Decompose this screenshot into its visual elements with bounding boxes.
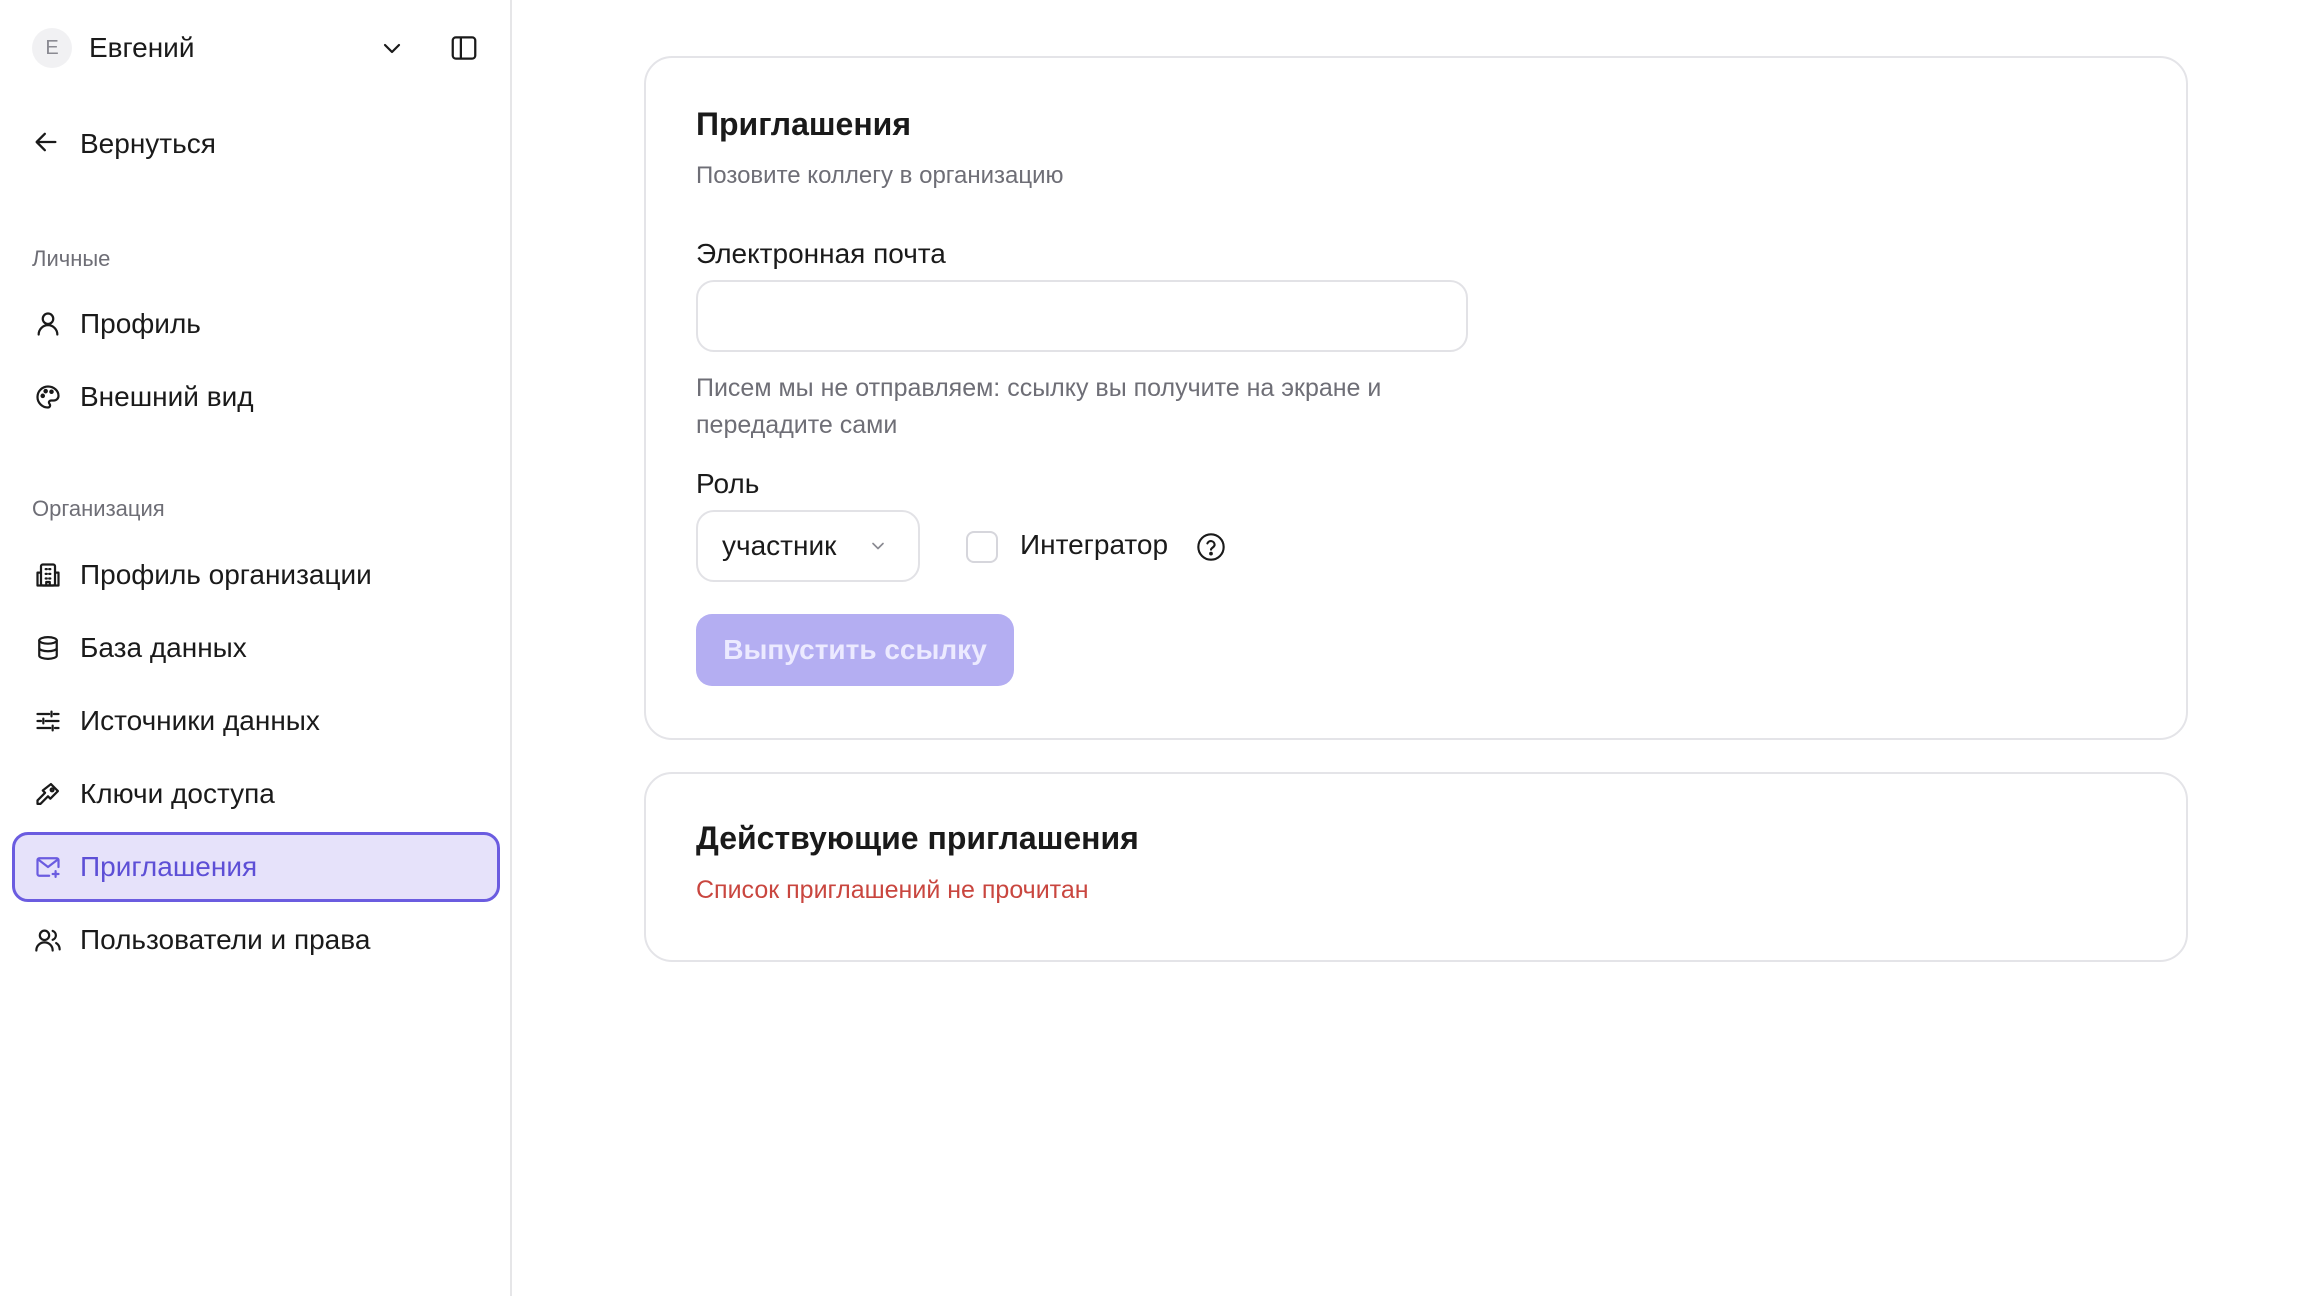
back-link[interactable]: Вернуться: [32, 124, 216, 164]
card-subtitle: Позовите коллегу в организацию: [696, 162, 1064, 189]
sidebar-item-label: Ключи доступа: [80, 778, 275, 809]
database-icon: [32, 632, 64, 664]
role-select[interactable]: участник: [696, 510, 920, 582]
user-switcher[interactable]: Е Евгений: [32, 28, 488, 68]
role-value: участник: [722, 530, 837, 561]
email-label: Электронная почта: [696, 238, 946, 269]
sidebar-item-users-rights[interactable]: Пользователи и права: [12, 905, 500, 975]
avatar: Е: [32, 28, 72, 68]
sidebar: Е Евгений Вернуться Личные Профиль Внешн…: [0, 0, 512, 1296]
sidebar-item-profile[interactable]: Профиль: [12, 289, 500, 359]
card-title: Приглашения: [696, 106, 912, 142]
sidebar-item-label: Пользователи и права: [80, 924, 371, 955]
users-icon: [32, 924, 64, 956]
integrator-checkbox[interactable]: [966, 531, 998, 563]
sidebar-item-label: Приглашения: [80, 851, 258, 882]
arrow-left-icon: [32, 128, 60, 161]
user-icon: [32, 308, 64, 340]
back-label: Вернуться: [80, 128, 216, 159]
sidebar-item-org-profile[interactable]: Профиль организации: [12, 540, 500, 610]
sidebar-item-label: Профиль организации: [80, 559, 372, 590]
integrator-label: Интегратор: [1020, 529, 1169, 560]
sidebar-item-invitations[interactable]: Приглашения: [12, 832, 500, 902]
building-icon: [32, 559, 64, 591]
sidebar-item-label: Профиль: [80, 308, 201, 339]
section-title-organization: Организация: [32, 496, 165, 521]
invite-card: Приглашения Позовите коллегу в организац…: [644, 56, 2188, 740]
sidebar-item-label: Внешний вид: [80, 381, 254, 412]
section-title-personal: Личные: [32, 246, 111, 271]
card-title: Действующие приглашения: [696, 820, 1139, 856]
sliders-icon: [32, 705, 64, 737]
sidebar-item-label: Источники данных: [80, 705, 320, 736]
help-icon[interactable]: [1194, 530, 1228, 564]
role-label: Роль: [696, 468, 760, 499]
mail-plus-icon: [32, 851, 64, 883]
active-invitations-card: Действующие приглашения Список приглашен…: [644, 772, 2188, 962]
palette-icon: [32, 381, 64, 413]
sidebar-item-appearance[interactable]: Внешний вид: [12, 362, 500, 432]
sidebar-item-label: База данных: [80, 632, 247, 663]
error-message: Список приглашений не прочитан: [696, 876, 1089, 904]
chevron-down-icon: [864, 532, 892, 560]
user-name: Евгений: [89, 32, 195, 63]
issue-link-button[interactable]: Выпустить ссылку: [696, 614, 1014, 686]
email-field[interactable]: [696, 280, 1468, 352]
sidebar-item-access-keys[interactable]: Ключи доступа: [12, 759, 500, 829]
email-hint: Писем мы не отправляем: ссылку вы получи…: [696, 374, 1382, 439]
key-icon: [32, 778, 64, 810]
sidebar-toggle-icon[interactable]: [446, 30, 482, 66]
chevron-down-icon[interactable]: [376, 32, 408, 64]
sidebar-item-data-sources[interactable]: Источники данных: [12, 686, 500, 756]
sidebar-item-database[interactable]: База данных: [12, 613, 500, 683]
